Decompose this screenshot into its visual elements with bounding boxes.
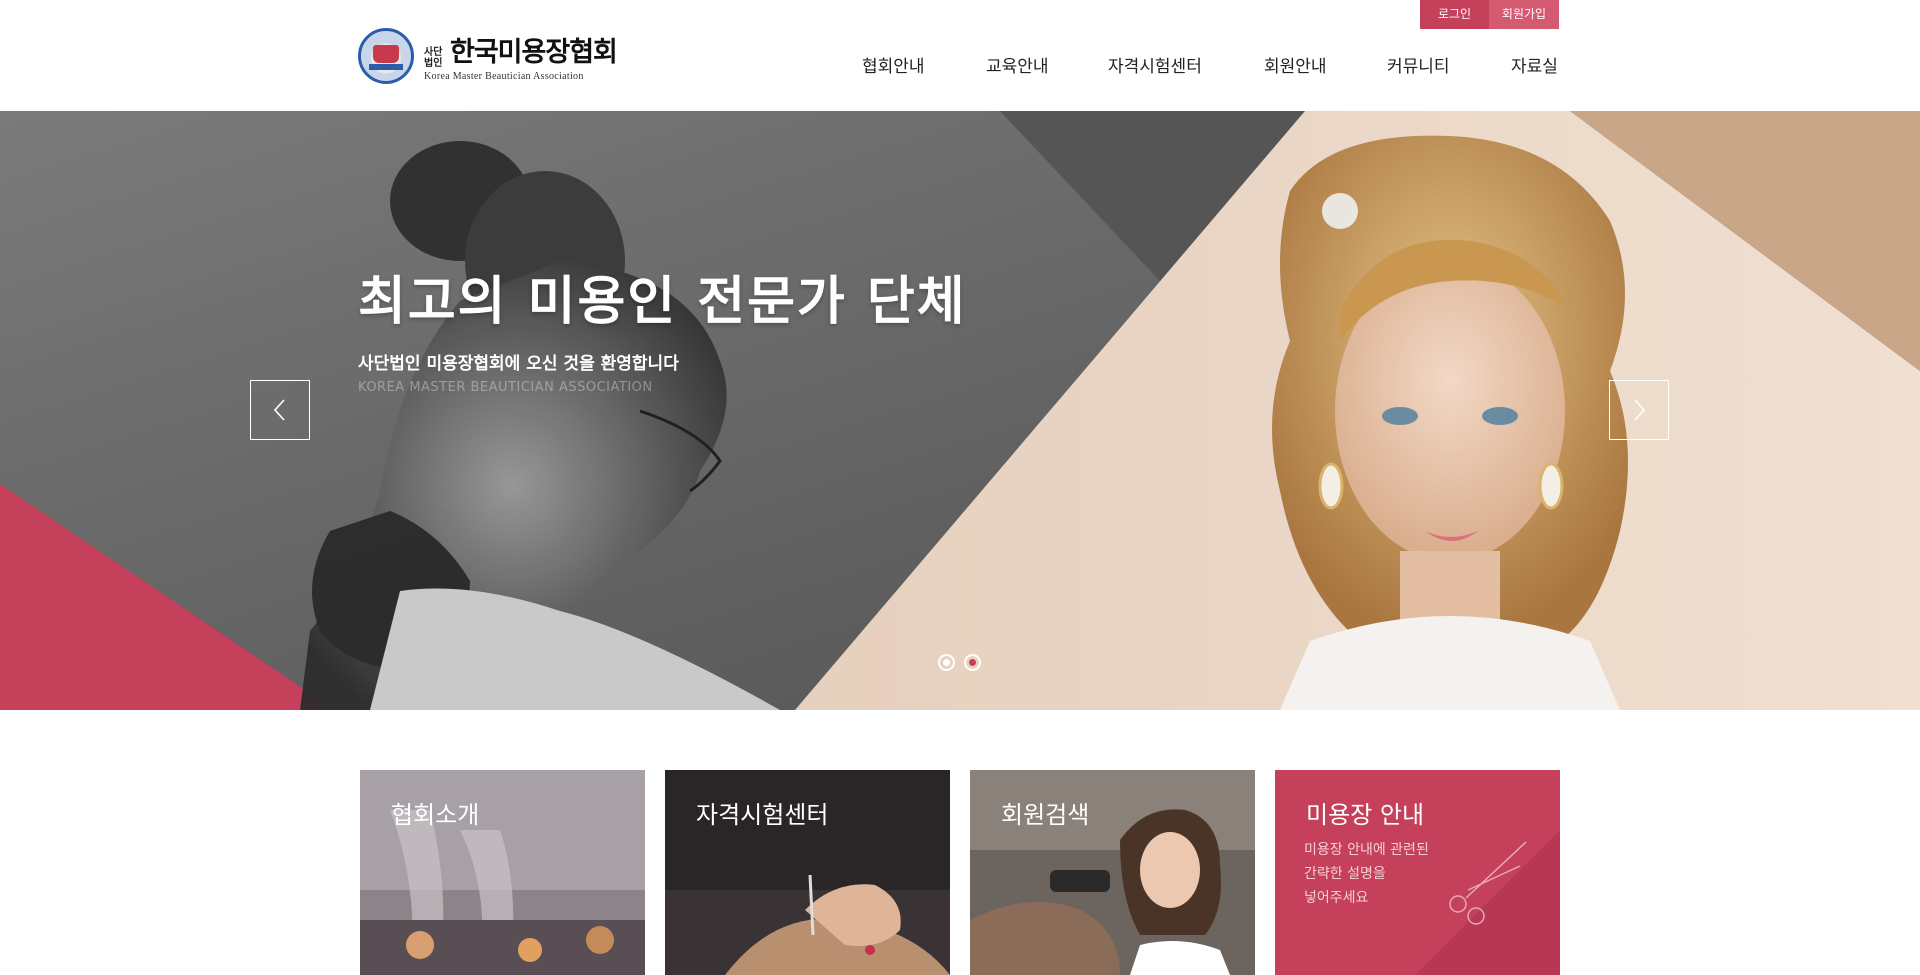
card-description: 미용장 안내에 관련된 간략한 설명을 넣어주세요: [1304, 842, 1429, 906]
nav-item-community[interactable]: 커뮤니티: [1387, 52, 1450, 77]
association-emblem-icon: [358, 28, 414, 84]
nav-item-association[interactable]: 협회안내: [862, 52, 925, 77]
card-label: 회원검색: [1001, 801, 1090, 829]
site-header: 로그인 회원가입 사단 법인 한국미용장협회 Korea Master Beau…: [0, 0, 1920, 111]
slider-dot-1[interactable]: [938, 654, 955, 671]
slider-next-button[interactable]: [1609, 380, 1669, 440]
slider-dot-2[interactable]: [964, 654, 981, 671]
card-member-search[interactable]: 회원검색: [970, 770, 1255, 975]
card-label: 자격시험센터: [696, 801, 829, 829]
logo-title: 한국미용장협회: [450, 37, 618, 68]
nav-item-education[interactable]: 교육안내: [986, 52, 1049, 77]
join-button[interactable]: 회원가입: [1489, 0, 1559, 29]
hero-subtitle: 사단법인 미용장협회에 오신 것을 환영합니다: [358, 354, 679, 374]
hero-english-caption: KOREA MASTER BEAUTICIAN ASSOCIATION: [358, 380, 653, 395]
utility-menu: 로그인 회원가입: [1420, 0, 1559, 29]
slider-prev-button[interactable]: [250, 380, 310, 440]
scissors-icon: [1449, 841, 1527, 925]
card-association-intro[interactable]: 협회소개: [360, 770, 645, 975]
card-label: 미용장 안내: [1306, 801, 1425, 829]
nav-item-certification[interactable]: 자격시험센터: [1108, 52, 1202, 77]
logo-english: Korea Master Beautician Association: [424, 71, 584, 82]
site-logo[interactable]: 사단 법인 한국미용장협회 Korea Master Beautician As…: [358, 28, 618, 84]
chevron-left-icon: [273, 399, 285, 421]
nav-item-membership[interactable]: 회원안내: [1264, 52, 1327, 77]
logo-small-text: 사단 법인: [424, 47, 443, 69]
login-button[interactable]: 로그인: [1420, 0, 1489, 29]
chevron-right-icon: [1634, 399, 1646, 421]
slider-pagination: [938, 654, 981, 671]
nav-item-archive[interactable]: 자료실: [1511, 52, 1558, 77]
hero-title: 최고의 미용인 전문가 단체: [358, 271, 967, 332]
card-certification-center[interactable]: 자격시험센터: [665, 770, 950, 975]
card-label: 협회소개: [391, 801, 480, 829]
card-master-guide[interactable]: 미용장 안내 미용장 안내에 관련된 간략한 설명을 넣어주세요: [1275, 770, 1560, 975]
hero-slider: 최고의 미용인 전문가 단체 사단법인 미용장협회에 오신 것을 환영합니다 K…: [0, 111, 1920, 710]
